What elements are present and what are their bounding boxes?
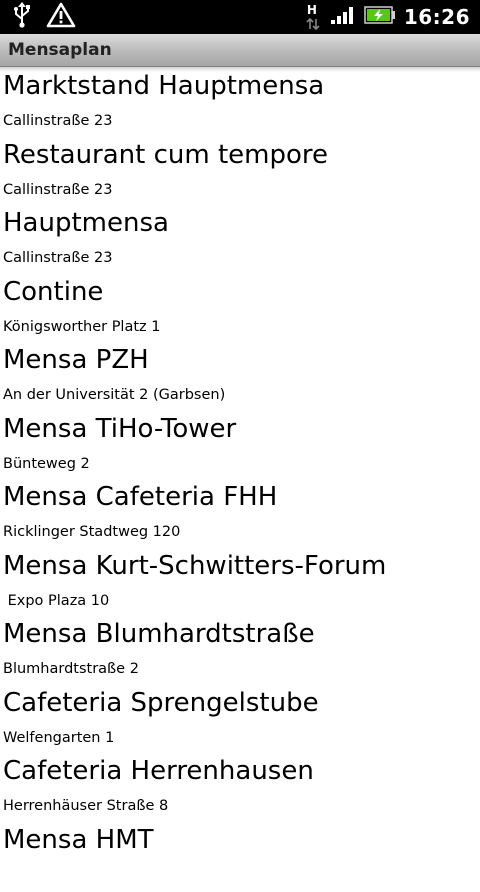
battery-charging-icon [364, 5, 396, 29]
signal-icon [330, 5, 356, 29]
item-name: Restaurant cum tempore [3, 140, 328, 170]
item-name: Mensa TiHo-Tower [3, 414, 236, 444]
item-address: Ricklinger Stadtweg 120 [3, 524, 180, 540]
item-address: Expo Plaza 10 [3, 593, 109, 609]
item-name: Cafeteria Sprengelstube [3, 688, 319, 718]
list-item[interactable]: Mensa Blumhardtstraße Blumhardtstraße 2 [0, 618, 476, 687]
list-item[interactable]: Contine Königsworther Platz 1 [0, 276, 476, 345]
list-item[interactable]: Cafeteria Sprengelstube Welfengarten 1 [0, 687, 476, 756]
item-address: Blumhardtstraße 2 [3, 661, 139, 677]
item-name: Mensa PZH [3, 345, 149, 375]
item-address: Callinstraße 23 [3, 113, 113, 129]
warning-icon [46, 2, 76, 32]
list-item[interactable]: Cafeteria Herrenhausen Herrenhäuser Stra… [0, 755, 476, 824]
page-title: Mensaplan [8, 40, 112, 60]
item-address: An der Universität 2 (Garbsen) [3, 387, 225, 403]
network-h-icon: H [304, 3, 322, 31]
list-item[interactable]: Mensa PZH An der Universität 2 (Garbsen) [0, 344, 476, 413]
item-address: Königsworther Platz 1 [3, 319, 160, 335]
status-bar: H 16:26 [0, 0, 480, 34]
clock: 16:26 [404, 5, 470, 29]
item-name: Mensa HMT [3, 825, 154, 855]
list-item[interactable]: Marktstand Hauptmensa Callinstraße 23 [0, 70, 476, 139]
list-item[interactable]: Restaurant cum tempore Callinstraße 23 [0, 139, 476, 208]
item-name: Marktstand Hauptmensa [3, 71, 324, 101]
item-address: Welfengarten 1 [3, 730, 114, 746]
list-item[interactable]: Mensa TiHo-Tower Bünteweg 2 [0, 413, 476, 482]
item-address: Callinstraße 23 [3, 182, 113, 198]
list-item[interactable]: Mensa Cafeteria FHH Ricklinger Stadtweg … [0, 481, 476, 550]
system-icons: H 16:26 [304, 0, 470, 34]
item-address: Callinstraße 23 [3, 250, 113, 266]
usb-icon [12, 2, 32, 32]
list-item[interactable]: Mensa Kurt-Schwitters-Forum Expo Plaza 1… [0, 550, 476, 619]
item-name: Mensa Blumhardtstraße [3, 619, 315, 649]
notification-icons [12, 4, 76, 30]
cafeteria-list: Marktstand Hauptmensa Callinstraße 23 Re… [0, 70, 476, 892]
item-address: Herrenhäuser Straße 8 [3, 798, 168, 814]
list-item[interactable]: Hauptmensa Callinstraße 23 [0, 207, 476, 276]
item-name: Mensa Kurt-Schwitters-Forum [3, 551, 386, 581]
title-bar: Mensaplan [0, 34, 480, 67]
item-address: Bünteweg 2 [3, 456, 90, 472]
item-name: Cafeteria Herrenhausen [3, 756, 314, 786]
item-name: Mensa Cafeteria FHH [3, 482, 277, 512]
list-item[interactable]: Mensa HMT [0, 824, 476, 892]
item-name: Hauptmensa [3, 208, 169, 238]
item-name: Contine [3, 277, 103, 307]
